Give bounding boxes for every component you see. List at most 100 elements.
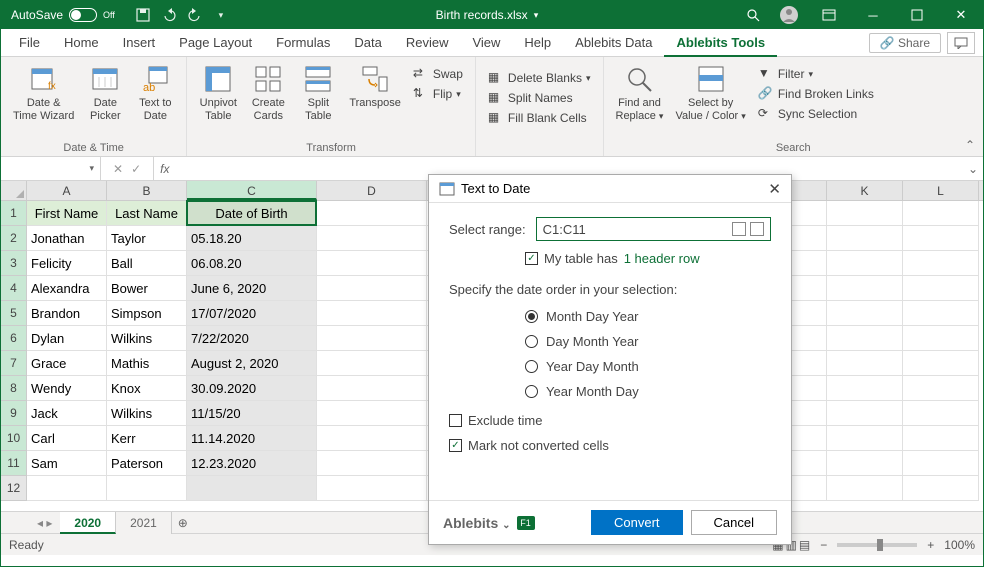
cell[interactable]: [903, 451, 979, 476]
cell[interactable]: [903, 401, 979, 426]
cell[interactable]: Jonathan: [27, 226, 107, 251]
date-picker-button[interactable]: DatePicker: [82, 61, 128, 140]
radio-mdy[interactable]: [525, 310, 538, 323]
row-header-3[interactable]: 3: [1, 251, 26, 276]
header-row-link[interactable]: 1 header row: [624, 251, 700, 266]
cell[interactable]: [317, 326, 427, 351]
cell[interactable]: [903, 476, 979, 501]
cell[interactable]: Felicity: [27, 251, 107, 276]
tab-help[interactable]: Help: [512, 29, 563, 57]
cell[interactable]: [317, 426, 427, 451]
tab-view[interactable]: View: [460, 29, 512, 57]
sheet-nav[interactable]: ◂ ▸: [29, 516, 60, 530]
cell[interactable]: [903, 201, 979, 226]
qat-dropdown-icon[interactable]: ▾: [213, 7, 229, 23]
row-header-2[interactable]: 2: [1, 226, 26, 251]
cell[interactable]: Wilkins: [107, 401, 187, 426]
radio-ydm[interactable]: [525, 360, 538, 373]
col-header-A[interactable]: A: [27, 181, 107, 200]
save-icon[interactable]: [135, 7, 151, 23]
cell[interactable]: [187, 476, 317, 501]
cell[interactable]: [903, 326, 979, 351]
fill-blank-cells-button[interactable]: ▦Fill Blank Cells: [484, 109, 595, 127]
select-by-value-button[interactable]: Select byValue / Color ▾: [671, 61, 749, 140]
add-sheet-button[interactable]: ⊕: [172, 516, 194, 530]
cell[interactable]: Jack: [27, 401, 107, 426]
cell[interactable]: [827, 451, 903, 476]
page-break-view-icon[interactable]: ▤: [799, 538, 810, 552]
cell[interactable]: Paterson: [107, 451, 187, 476]
cell[interactable]: Mathis: [107, 351, 187, 376]
zoom-out-button[interactable]: −: [820, 538, 827, 552]
collapse-range-icon[interactable]: [750, 222, 764, 236]
cell[interactable]: [827, 251, 903, 276]
cell[interactable]: [317, 251, 427, 276]
cell[interactable]: [903, 351, 979, 376]
split-names-button[interactable]: ▦Split Names: [484, 89, 595, 107]
col-header-C[interactable]: C: [187, 181, 317, 200]
split-table-button[interactable]: SplitTable: [295, 61, 341, 140]
find-broken-links-button[interactable]: 🔗Find Broken Links: [754, 85, 878, 103]
date-time-wizard-button[interactable]: fx Date &Time Wizard: [9, 61, 78, 140]
cell[interactable]: Kerr: [107, 426, 187, 451]
cell[interactable]: Ball: [107, 251, 187, 276]
undo-icon[interactable]: [161, 7, 177, 23]
fx-icon[interactable]: fx: [154, 162, 175, 176]
tab-file[interactable]: File: [7, 29, 52, 57]
cell[interactable]: [827, 476, 903, 501]
filter-button[interactable]: ▼Filter ▾: [754, 65, 878, 83]
row-header-7[interactable]: 7: [1, 351, 26, 376]
row-header-12[interactable]: 12: [1, 476, 26, 501]
cell[interactable]: [827, 376, 903, 401]
cell[interactable]: 11/15/20: [187, 401, 317, 426]
cell[interactable]: [317, 201, 427, 226]
row-header-9[interactable]: 9: [1, 401, 26, 426]
cell[interactable]: [827, 401, 903, 426]
autosave-toggle[interactable]: [69, 8, 97, 22]
cell[interactable]: First Name: [27, 201, 107, 226]
sheet-tab-2020[interactable]: 2020: [60, 512, 116, 534]
cell[interactable]: [317, 301, 427, 326]
share-button[interactable]: 🔗 Share: [869, 33, 941, 53]
tab-ablebits-data[interactable]: Ablebits Data: [563, 29, 664, 57]
find-replace-button[interactable]: Find andReplace ▾: [612, 61, 668, 140]
col-header-L[interactable]: L: [903, 181, 979, 200]
radio-dmy[interactable]: [525, 335, 538, 348]
cell[interactable]: [317, 401, 427, 426]
row-header-6[interactable]: 6: [1, 326, 26, 351]
range-input[interactable]: C1:C11: [536, 217, 771, 241]
cell[interactable]: August 2, 2020: [187, 351, 317, 376]
cell[interactable]: [317, 351, 427, 376]
swap-button[interactable]: ⇄Swap: [409, 65, 467, 83]
cell[interactable]: Wilkins: [107, 326, 187, 351]
cancel-button[interactable]: Cancel: [691, 510, 777, 535]
cell[interactable]: [27, 476, 107, 501]
cell[interactable]: [317, 276, 427, 301]
zoom-level[interactable]: 100%: [944, 538, 975, 552]
cell[interactable]: [827, 226, 903, 251]
flip-button[interactable]: ⇅Flip ▾: [409, 85, 467, 103]
row-header-10[interactable]: 10: [1, 426, 26, 451]
transpose-button[interactable]: Transpose: [345, 61, 405, 140]
cell[interactable]: Wendy: [27, 376, 107, 401]
cell[interactable]: [317, 376, 427, 401]
tab-review[interactable]: Review: [394, 29, 461, 57]
mark-not-converted-checkbox[interactable]: ✓: [449, 439, 462, 452]
cell[interactable]: Knox: [107, 376, 187, 401]
comments-button[interactable]: [947, 32, 975, 54]
cell[interactable]: [903, 301, 979, 326]
unpivot-table-button[interactable]: UnpivotTable: [195, 61, 241, 140]
delete-blanks-button[interactable]: ▦Delete Blanks ▾: [484, 69, 595, 87]
autosave-control[interactable]: AutoSave Off: [1, 8, 125, 22]
zoom-slider[interactable]: [837, 543, 917, 547]
tab-insert[interactable]: Insert: [111, 29, 168, 57]
col-header-K[interactable]: K: [827, 181, 903, 200]
maximize-button[interactable]: [895, 1, 939, 29]
cell[interactable]: [317, 451, 427, 476]
sheet-tab-2021[interactable]: 2021: [116, 512, 172, 534]
select-all-corner[interactable]: [1, 181, 27, 201]
row-header-5[interactable]: 5: [1, 301, 26, 326]
tab-data[interactable]: Data: [342, 29, 393, 57]
cell[interactable]: 11.14.2020: [187, 426, 317, 451]
cell[interactable]: 12.23.2020: [187, 451, 317, 476]
